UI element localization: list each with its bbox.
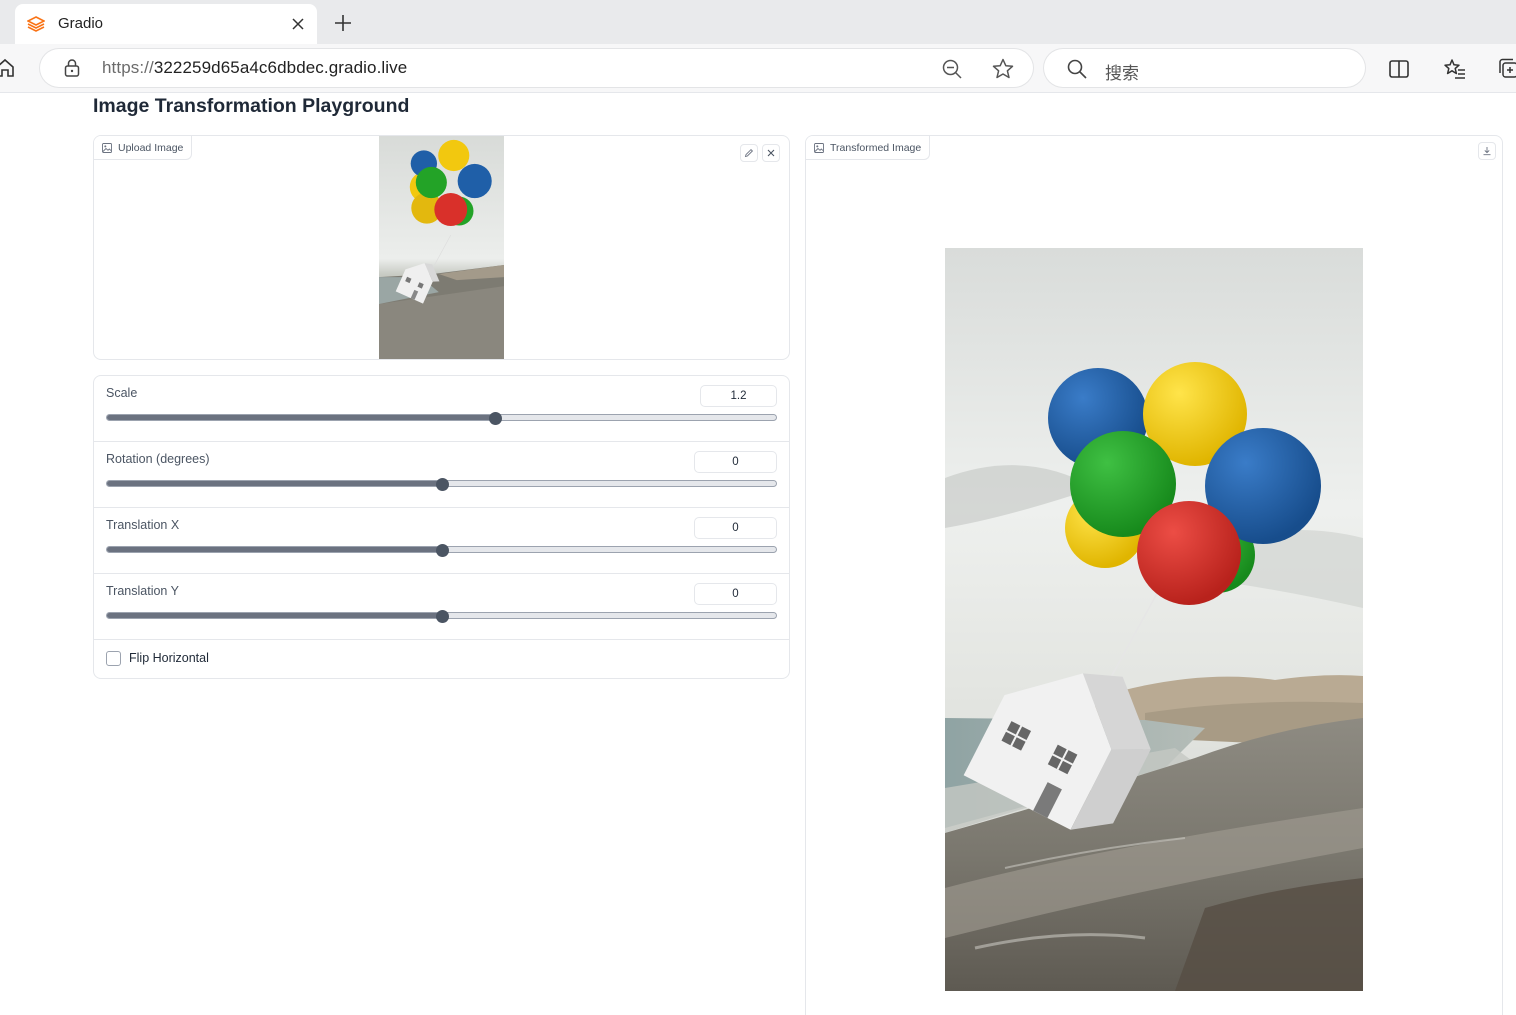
transformed-image-component: Transformed Image <box>805 135 1503 1015</box>
uploaded-image-preview <box>379 136 504 359</box>
url-host: 322259d65a4c6dbdec.gradio.live <box>153 58 408 77</box>
page-title: Image Transformation Playground <box>93 95 410 117</box>
translation-y-slider-row: Translation Y 0 <box>94 574 789 640</box>
balloon-house-thumbnail <box>379 136 504 359</box>
upload-image-component[interactable]: Upload Image <box>93 135 790 360</box>
gradio-logo-icon <box>27 16 45 32</box>
zoom-out-icon[interactable] <box>941 58 963 80</box>
download-icon <box>1483 147 1491 156</box>
scale-number-input[interactable]: 1.2 <box>700 385 777 407</box>
new-tab-icon[interactable] <box>330 10 356 36</box>
upload-image-label-text: Upload Image <box>118 141 184 154</box>
clear-image-button[interactable] <box>762 144 780 162</box>
download-button[interactable] <box>1478 142 1496 160</box>
rotation-slider-row: Rotation (degrees) 0 <box>94 442 789 508</box>
address-bar[interactable]: https://322259d65a4c6dbdec.gradio.live <box>40 49 1033 87</box>
transformed-image-label-text: Transformed Image <box>830 141 922 154</box>
url-protocol: https:// <box>102 58 154 77</box>
translation-x-label: Translation X <box>106 518 180 532</box>
browser-tabstrip: Gradio <box>0 0 1516 44</box>
translation-y-slider-fill <box>107 613 442 618</box>
tab-title: Gradio <box>58 15 104 32</box>
split-screen-icon[interactable] <box>1388 58 1410 80</box>
rotation-number-input[interactable]: 0 <box>694 451 777 473</box>
pencil-icon <box>744 148 754 158</box>
scale-slider-track[interactable] <box>106 414 777 421</box>
browser-toolbar: https://322259d65a4c6dbdec.gradio.live 搜… <box>0 44 1516 93</box>
tab-close-icon[interactable] <box>287 13 309 35</box>
translation-x-slider-thumb[interactable] <box>435 544 449 557</box>
translation-x-slider-row: Translation X 0 <box>94 508 789 574</box>
rotation-slider-fill <box>107 481 442 486</box>
image-icon <box>102 142 112 153</box>
translation-y-label: Translation Y <box>106 584 179 598</box>
gradio-app: Image Transformation Playground Upload I… <box>0 93 1516 1015</box>
lock-icon[interactable] <box>63 58 81 78</box>
close-icon <box>767 149 775 157</box>
url-text[interactable]: https://322259d65a4c6dbdec.gradio.live <box>102 58 407 78</box>
translation-y-number-input[interactable]: 0 <box>694 583 777 605</box>
flip-horizontal-checkbox[interactable] <box>106 651 121 666</box>
balloon-house-image <box>945 248 1363 991</box>
translation-x-number-input[interactable]: 0 <box>694 517 777 539</box>
scale-slider-thumb[interactable] <box>489 412 503 425</box>
transformed-image-label: Transformed Image <box>806 136 931 160</box>
translation-y-slider-thumb[interactable] <box>435 610 449 623</box>
transformed-image <box>945 248 1363 991</box>
search-icon <box>1067 59 1087 79</box>
image-icon <box>814 142 824 153</box>
translation-x-slider-fill <box>107 547 442 552</box>
upload-image-label: Upload Image <box>94 136 193 160</box>
transform-controls-panel: Scale 1.2 Rotation (degrees) 0 Translati… <box>93 375 790 679</box>
edit-image-button[interactable] <box>740 144 758 162</box>
rotation-slider-thumb[interactable] <box>435 478 449 491</box>
scale-slider-fill <box>107 415 496 420</box>
search-placeholder: 搜索 <box>1105 64 1139 83</box>
scale-label: Scale <box>106 386 138 400</box>
add-favorite-star-icon[interactable] <box>991 57 1015 81</box>
home-icon[interactable] <box>0 57 16 79</box>
browser-search-box[interactable]: 搜索 <box>1044 49 1365 87</box>
collections-icon[interactable] <box>1498 57 1516 81</box>
flip-horizontal-row: Flip Horizontal <box>94 640 789 678</box>
flip-horizontal-label[interactable]: Flip Horizontal <box>129 651 209 665</box>
favorites-list-icon[interactable] <box>1443 57 1467 81</box>
scale-slider-row: Scale 1.2 <box>94 376 789 442</box>
rotation-label: Rotation (degrees) <box>106 452 210 466</box>
browser-tab[interactable]: Gradio <box>15 4 317 44</box>
